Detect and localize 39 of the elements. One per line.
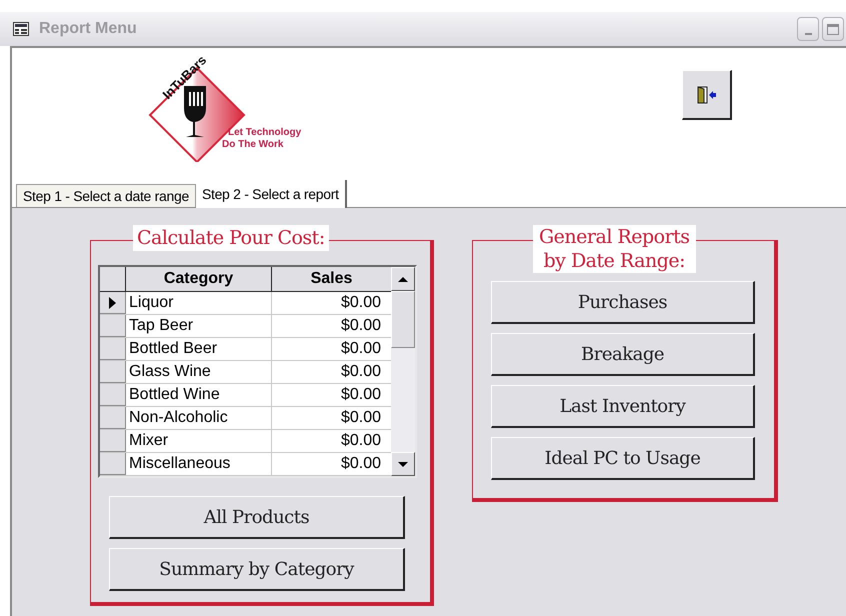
table-cell-text: $0.00	[340, 385, 382, 405]
exit-door-icon	[696, 86, 716, 104]
scroll-thumb[interactable]	[391, 291, 415, 348]
tab[interactable]: Step 2 - Select a report	[196, 180, 347, 208]
table-cell-text: $0.00	[340, 339, 382, 359]
column-header[interactable]: Category	[126, 267, 272, 291]
exit-button[interactable]	[682, 70, 732, 120]
table-cell-text: $0.00	[340, 362, 382, 382]
row-selector[interactable]	[100, 292, 126, 314]
table-cell: Tap Beer	[126, 315, 272, 337]
form-icon	[13, 22, 29, 36]
group-title: Calculate Pour Cost:	[133, 225, 329, 251]
table-cell-text: $0.00	[340, 454, 382, 474]
report-button[interactable]: Purchases	[491, 281, 755, 324]
scroll-down-button[interactable]	[391, 452, 415, 476]
table-cell: Non-Alcoholic	[126, 407, 272, 429]
table-cell-text: $0.00	[340, 408, 382, 428]
table-cell: Mixer	[126, 430, 272, 452]
vertical-scrollbar[interactable]	[391, 267, 415, 476]
report-button[interactable]: Summary by Category	[109, 548, 405, 591]
report-button[interactable]: Last Inventory	[491, 385, 755, 428]
table-cell: Bottled Wine	[126, 384, 272, 406]
maximize-button[interactable]	[822, 17, 844, 41]
table-cell: Miscellaneous	[126, 453, 272, 475]
minimize-button[interactable]	[797, 17, 819, 41]
table-cell-text: $0.00	[340, 293, 382, 313]
table-cell-text: $0.00	[340, 431, 382, 451]
report-button[interactable]: All Products	[109, 496, 405, 539]
window-title: Report Menu	[39, 19, 137, 39]
table-cell-text: $0.00	[340, 316, 382, 336]
report-button[interactable]: Ideal PC to Usage	[491, 437, 755, 480]
scroll-up-button[interactable]	[391, 267, 415, 291]
group-title: General Reports by Date Range:	[533, 225, 696, 273]
column-header[interactable]: Sales	[272, 267, 391, 291]
report-button[interactable]: Breakage	[491, 333, 755, 376]
table-cell: Bottled Beer	[126, 338, 272, 360]
table-cell: Liquor	[126, 292, 272, 314]
tab[interactable]: Step 1 - Select a date range	[16, 184, 196, 207]
table-cell: Glass Wine	[126, 361, 272, 383]
